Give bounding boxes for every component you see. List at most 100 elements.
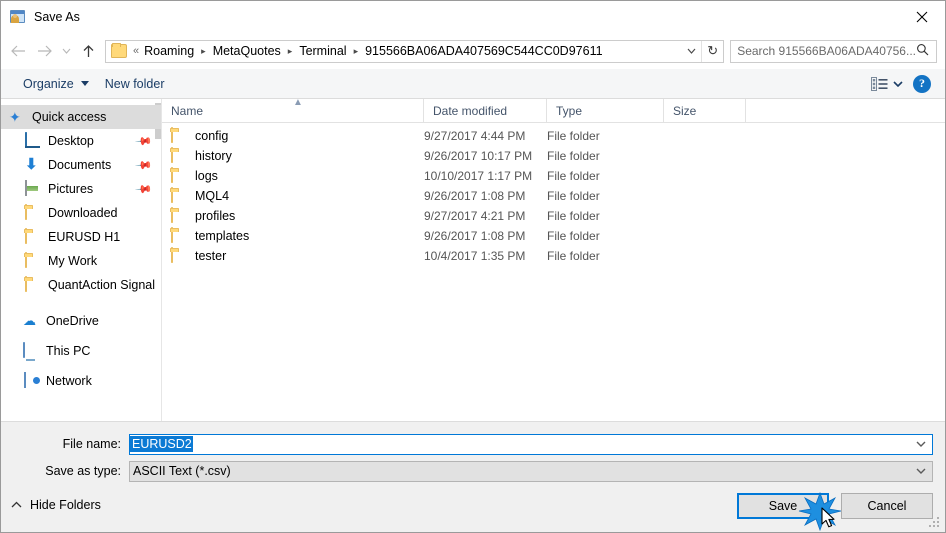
- breadcrumb: « Roaming ▸ MetaQuotes ▸ Terminal ▸ 9155…: [131, 43, 681, 59]
- folder-icon: [171, 147, 173, 163]
- folder-icon: [171, 127, 173, 143]
- search-input[interactable]: Search 915566BA06ADA40756...: [731, 44, 916, 58]
- file-type: File folder: [547, 189, 600, 203]
- address-dropdown-button[interactable]: [681, 41, 701, 62]
- chevron-right-icon[interactable]: ▸: [284, 46, 297, 57]
- chevron-right-icon[interactable]: ▸: [197, 46, 210, 57]
- pin-icon: 📌: [134, 156, 153, 175]
- column-header-label: Name: [171, 103, 204, 118]
- chevron-down-icon: [893, 80, 903, 87]
- click-burst-icon: [797, 491, 843, 532]
- sidebar-item-desktop[interactable]: Desktop 📌: [1, 129, 161, 153]
- pictures-icon: [25, 180, 27, 196]
- chevron-down-icon[interactable]: [916, 466, 926, 477]
- window-title: Save As: [34, 10, 80, 24]
- folder-icon: [171, 207, 173, 223]
- pin-star-icon: ✦: [9, 109, 21, 125]
- back-button[interactable]: [5, 38, 31, 64]
- file-name: tester: [195, 249, 227, 263]
- sidebar-item-downloaded[interactable]: Downloaded: [1, 201, 161, 225]
- view-layout-icon: [871, 76, 888, 91]
- file-name-value: EURUSD2: [130, 436, 193, 452]
- file-rows: config 9/27/2017 4:44 PM File folder his…: [162, 123, 945, 421]
- forward-button[interactable]: [31, 38, 57, 64]
- up-arrow-icon: [83, 44, 93, 57]
- save-as-type-select[interactable]: ASCII Text (*.csv): [129, 460, 933, 482]
- sidebar-item-network[interactable]: Network: [1, 369, 161, 393]
- close-icon: [916, 11, 928, 22]
- search-box[interactable]: Search 915566BA06ADA40756...: [730, 39, 937, 63]
- network-icon: [24, 372, 26, 388]
- column-header-name[interactable]: Name ▲: [162, 97, 424, 122]
- table-row[interactable]: profiles 9/27/2017 4:21 PM File folder: [162, 206, 945, 226]
- sidebar-item-my-work[interactable]: My Work: [1, 249, 161, 273]
- hide-folders-button[interactable]: Hide Folders: [11, 498, 101, 512]
- breadcrumb-item-roaming[interactable]: Roaming: [141, 43, 197, 59]
- caret-up-icon: [11, 500, 22, 511]
- file-name-input[interactable]: EURUSD2: [129, 433, 933, 455]
- sidebar-item-quick-access[interactable]: ✦ Quick access: [1, 105, 161, 129]
- toolbar-right-group: ?: [871, 74, 945, 93]
- sidebar-item-label: Network: [46, 374, 92, 388]
- help-button[interactable]: ?: [913, 74, 931, 93]
- save-button[interactable]: Save: [737, 491, 842, 532]
- file-type: File folder: [547, 169, 600, 183]
- column-header-label: Type: [556, 103, 583, 118]
- column-header-size[interactable]: Size: [664, 99, 746, 122]
- sidebar-item-eurusd-h1[interactable]: EURUSD H1: [1, 225, 161, 249]
- up-one-level-button[interactable]: [75, 38, 101, 64]
- close-button[interactable]: [899, 1, 945, 32]
- dialog-body: ✦ Quick access Desktop 📌 ⬇ Documents 📌 P…: [1, 97, 945, 421]
- sidebar-item-pictures[interactable]: Pictures 📌: [1, 177, 161, 201]
- resize-grip-icon[interactable]: [929, 517, 941, 529]
- file-date: 10/4/2017 1:35 PM: [424, 249, 526, 263]
- chevron-down-icon[interactable]: [916, 439, 926, 450]
- new-folder-button[interactable]: New folder: [97, 74, 173, 94]
- chevron-down-icon: [62, 48, 70, 54]
- footer-buttons: Save Cancel: [737, 491, 933, 532]
- file-name: config: [195, 129, 229, 143]
- table-row[interactable]: config 9/27/2017 4:44 PM File folder: [162, 126, 945, 146]
- dialog-footer: Hide Folders Save Cancel: [1, 486, 945, 532]
- file-date: 9/26/2017 10:17 PM: [424, 149, 533, 163]
- table-row[interactable]: history 9/26/2017 10:17 PM File folder: [162, 146, 945, 166]
- sidebar-item-this-pc[interactable]: This PC: [1, 339, 161, 363]
- table-row[interactable]: templates 9/26/2017 1:08 PM File folder: [162, 226, 945, 246]
- this-pc-icon: [23, 342, 25, 358]
- organize-button[interactable]: Organize: [15, 74, 97, 94]
- breadcrumb-item-terminal-id[interactable]: 915566BA06ADA407569C544CC0D97611: [362, 43, 605, 59]
- file-date: 9/27/2017 4:21 PM: [424, 209, 526, 223]
- sidebar-item-label: Desktop: [48, 134, 94, 148]
- column-header-label: Size: [673, 103, 697, 118]
- column-header-row: Name ▲ Date modified Type Size: [162, 97, 945, 123]
- table-row[interactable]: logs 10/10/2017 1:17 PM File folder: [162, 166, 945, 186]
- breadcrumb-item-metaquotes[interactable]: MetaQuotes: [210, 43, 284, 59]
- sidebar-item-onedrive[interactable]: ☁ OneDrive: [1, 309, 161, 333]
- breadcrumb-item-terminal[interactable]: Terminal: [296, 43, 349, 59]
- address-bar[interactable]: « Roaming ▸ MetaQuotes ▸ Terminal ▸ 9155…: [105, 39, 725, 63]
- save-as-type-label: Save as type:: [45, 464, 121, 478]
- sidebar-divider: [1, 297, 161, 309]
- sidebar-item-quantaction-signal[interactable]: QuantAction Signal: [1, 273, 161, 297]
- sidebar-item-label: OneDrive: [46, 314, 99, 328]
- refresh-button[interactable]: ↻: [701, 40, 723, 62]
- breadcrumb-overflow[interactable]: «: [131, 45, 141, 57]
- cancel-button[interactable]: Cancel: [841, 493, 933, 519]
- folder-icon: [25, 252, 27, 268]
- sidebar-item-documents[interactable]: ⬇ Documents 📌: [1, 153, 161, 177]
- file-list-pane: Name ▲ Date modified Type Size config 9/…: [162, 97, 945, 421]
- table-row[interactable]: tester 10/4/2017 1:35 PM File folder: [162, 246, 945, 266]
- save-as-type-value: ASCII Text (*.csv): [133, 464, 231, 478]
- folder-icon: [171, 187, 173, 203]
- file-name: profiles: [195, 209, 236, 223]
- table-row[interactable]: MQL4 9/26/2017 1:08 PM File folder: [162, 186, 945, 206]
- sidebar-item-label: Pictures: [48, 182, 94, 196]
- change-view-button[interactable]: [871, 76, 903, 91]
- column-header-type[interactable]: Type: [547, 99, 664, 122]
- file-name: history: [195, 149, 232, 163]
- file-type: File folder: [547, 209, 600, 223]
- chevron-right-icon[interactable]: ▸: [350, 46, 363, 57]
- navigation-pane: ✦ Quick access Desktop 📌 ⬇ Documents 📌 P…: [1, 99, 162, 421]
- recent-locations-button[interactable]: [57, 38, 75, 64]
- column-header-date-modified[interactable]: Date modified: [424, 99, 547, 122]
